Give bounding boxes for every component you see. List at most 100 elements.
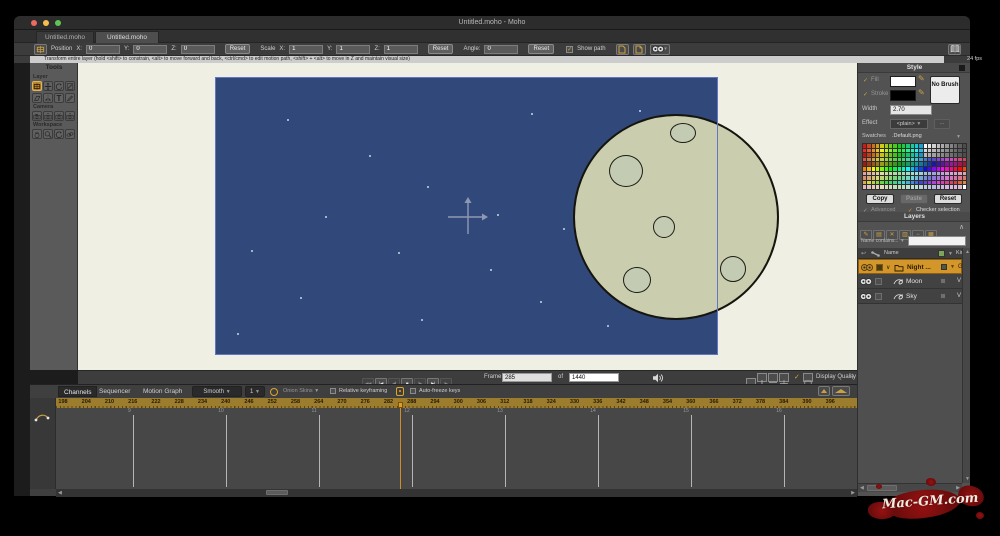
timeline-tab-sequencer[interactable]: Sequencer [94,386,135,397]
auto-freeze-keys-checkbox[interactable]: ✓ [410,388,416,394]
palette-color-cell[interactable] [945,144,948,148]
flip-layer-tool[interactable] [43,93,53,103]
palette-color-cell[interactable] [928,149,931,153]
scale-layer-tool[interactable] [65,81,75,91]
palette-color-cell[interactable] [963,149,966,153]
palette-color-cell[interactable] [906,162,909,166]
palette-color-cell[interactable] [867,144,870,148]
flip-horizontal-icon[interactable] [616,44,629,55]
palette-color-cell[interactable] [937,176,940,180]
palette-color-cell[interactable] [941,176,944,180]
palette-color-cell[interactable] [885,181,888,185]
palette-color-cell[interactable] [954,172,957,176]
palette-color-cell[interactable] [928,185,931,189]
palette-color-cell[interactable] [889,167,892,171]
layer-visibility-eyes-icon[interactable] [860,277,872,286]
palette-color-cell[interactable] [880,144,883,148]
palette-color-cell[interactable] [958,162,961,166]
palette-color-cell[interactable] [906,167,909,171]
stroke-checkbox[interactable]: ✓ [863,91,868,98]
palette-color-cell[interactable] [919,185,922,189]
palette-color-cell[interactable] [876,181,879,185]
transform-layer-tool[interactable] [32,81,42,91]
tab-untitled-2[interactable]: Untitled.moho [95,31,159,43]
palette-color-cell[interactable] [867,172,870,176]
palette-color-cell[interactable] [885,185,888,189]
palette-color-cell[interactable] [928,158,931,162]
scale-reset-button[interactable]: Reset [428,44,454,54]
palette-color-cell[interactable] [893,149,896,153]
palette-color-cell[interactable] [950,176,953,180]
palette-color-cell[interactable] [915,167,918,171]
palette-color-cell[interactable] [950,144,953,148]
palette-color-cell[interactable] [911,185,914,189]
palette-color-cell[interactable] [906,149,909,153]
palette-color-cell[interactable] [867,153,870,157]
palette-color-cell[interactable] [876,162,879,166]
palette-color-cell[interactable] [893,185,896,189]
palette-color-cell[interactable] [915,153,918,157]
palette-color-cell[interactable] [941,149,944,153]
palette-color-cell[interactable] [872,172,875,176]
palette-color-cell[interactable] [950,172,953,176]
palette-color-cell[interactable] [941,162,944,166]
canvas-workspace[interactable] [78,63,857,370]
palette-color-cell[interactable] [902,149,905,153]
palette-color-cell[interactable] [937,158,940,162]
palette-color-cell[interactable] [863,144,866,148]
palette-color-cell[interactable] [945,162,948,166]
layer-origin-crosshair[interactable] [445,194,491,240]
palette-color-cell[interactable] [902,167,905,171]
layer-expand-caret-icon[interactable]: ▼ [950,264,955,270]
palette-color-cell[interactable] [898,185,901,189]
palette-color-cell[interactable] [885,172,888,176]
palette-color-cell[interactable] [876,144,879,148]
palette-color-cell[interactable] [928,153,931,157]
palette-color-cell[interactable] [906,153,909,157]
palette-color-cell[interactable] [880,162,883,166]
palette-color-cell[interactable] [919,176,922,180]
palette-color-cell[interactable] [950,181,953,185]
layers-scroll-left-icon[interactable]: ◀ [860,484,864,492]
palette-color-cell[interactable] [924,162,927,166]
palette-color-cell[interactable] [932,149,935,153]
palette-color-cell[interactable] [915,144,918,148]
palette-color-cell[interactable] [915,149,918,153]
stroke-color-swatch[interactable] [890,90,916,101]
palette-color-cell[interactable] [954,185,957,189]
palette-color-cell[interactable] [876,176,879,180]
effect-dropdown[interactable]: <plain> ▼ [890,119,928,129]
palette-color-cell[interactable] [941,153,944,157]
palette-color-cell[interactable] [893,158,896,162]
library-book-icon[interactable] [948,44,961,55]
palette-color-cell[interactable] [893,167,896,171]
layer-row-sky[interactable]: Sky V [858,289,962,304]
close-window-button[interactable] [31,20,37,26]
palette-color-cell[interactable] [876,185,879,189]
position-reset-button[interactable]: Reset [225,44,251,54]
palette-color-cell[interactable] [924,172,927,176]
palette-color-cell[interactable] [928,144,931,148]
layer-filter-input[interactable] [908,236,966,246]
palette-color-cell[interactable] [867,181,870,185]
palette-color-cell[interactable] [924,153,927,157]
palette-color-cell[interactable] [937,172,940,176]
palette-color-cell[interactable] [876,153,879,157]
palette-color-cell[interactable] [880,158,883,162]
palette-color-cell[interactable] [924,185,927,189]
palette-color-cell[interactable] [863,167,866,171]
palette-color-cell[interactable] [945,153,948,157]
palette-color-cell[interactable] [937,162,940,166]
palette-color-cell[interactable] [945,181,948,185]
layers-vertical-scrollbar[interactable]: ▲ ▼ [962,248,970,483]
palette-color-cell[interactable] [958,176,961,180]
palette-color-cell[interactable] [919,162,922,166]
split-rows-view-button[interactable] [768,373,778,382]
palette-color-cell[interactable] [902,181,905,185]
keyframe-count-dropdown[interactable]: 1 ▼ [245,386,265,397]
palette-color-cell[interactable] [950,153,953,157]
quad-view-button[interactable] [779,373,789,382]
palette-color-cell[interactable] [941,158,944,162]
palette-color-cell[interactable] [924,167,927,171]
palette-color-cell[interactable] [932,185,935,189]
